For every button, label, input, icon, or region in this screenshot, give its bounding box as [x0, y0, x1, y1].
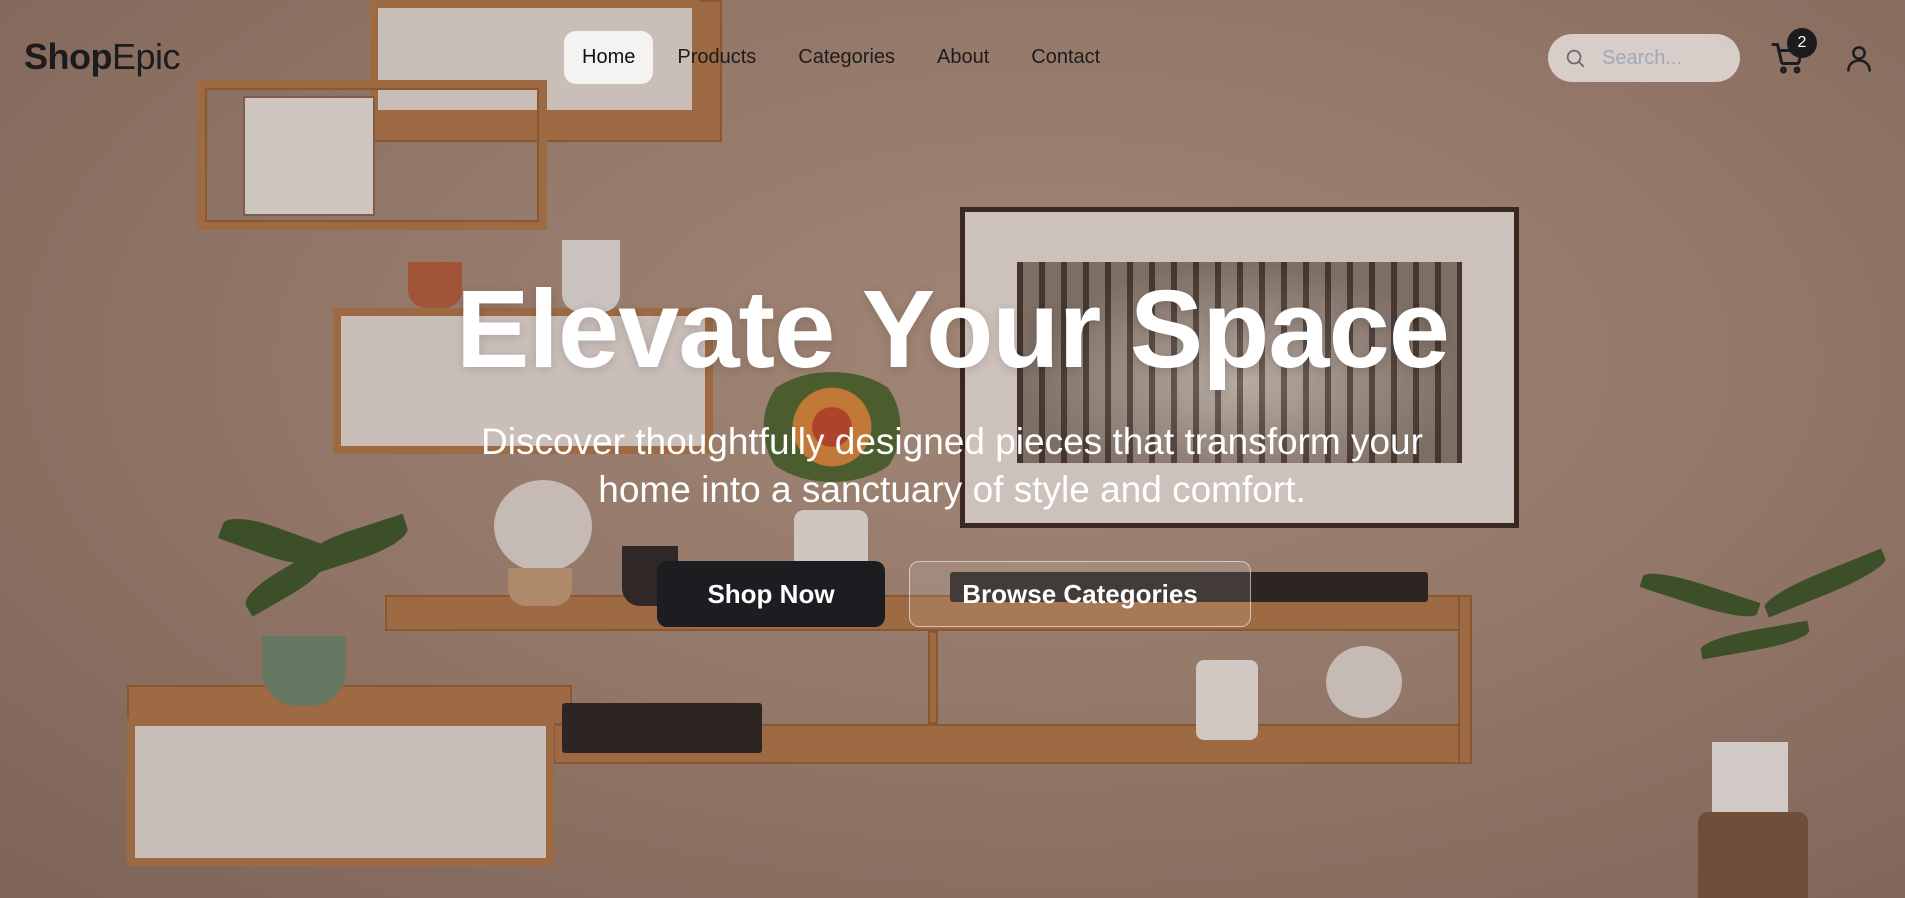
search-box[interactable] — [1548, 34, 1740, 82]
nav-item-contact[interactable]: Contact — [1013, 31, 1118, 84]
browse-categories-button[interactable]: Browse Categories — [909, 561, 1251, 627]
main-nav: Home Products Categories About Contact — [564, 31, 1124, 84]
hero-title: Elevate Your Space — [456, 268, 1450, 391]
brand-logo-light: Epic — [111, 36, 181, 77]
hero-subtitle: Discover thoughtfully designed pieces th… — [481, 421, 1423, 510]
nav-item-about[interactable]: About — [919, 31, 1007, 84]
user-icon[interactable] — [1844, 42, 1874, 74]
site-header: ShopEpic Home Products Categories About … — [0, 0, 1905, 116]
nav-item-home[interactable]: Home — [564, 31, 654, 84]
search-icon — [1566, 49, 1585, 68]
nav-item-categories[interactable]: Categories — [780, 31, 913, 84]
brand-logo[interactable]: ShopEpic — [24, 36, 181, 78]
search-input[interactable] — [1600, 45, 1734, 71]
cart-count-badge: 2 — [1787, 28, 1817, 58]
nav-item-products[interactable]: Products — [659, 31, 774, 84]
brand-logo-bold: Shop — [24, 36, 112, 77]
shop-now-button[interactable]: Shop Now — [657, 561, 885, 627]
